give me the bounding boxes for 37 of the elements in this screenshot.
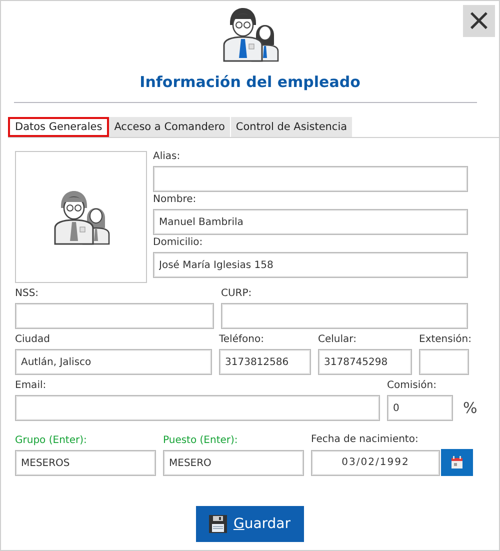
field-label: Domicilio: (153, 237, 204, 249)
input-field[interactable] (15, 395, 380, 421)
field-label: Fecha de nacimiento: (311, 434, 420, 446)
input-field[interactable]: Autlán, Jalisco (15, 349, 212, 375)
input-field[interactable] (153, 166, 468, 192)
input-field[interactable]: Manuel Bambrila (153, 209, 468, 235)
field-label: Alias: (153, 151, 182, 163)
calendar-icon (451, 456, 463, 469)
field-label: Teléfono: (219, 334, 265, 346)
tab[interactable]: Acceso a Comandero (109, 117, 231, 137)
field-label: Ciudad (15, 334, 51, 346)
field-label: Puesto (Enter): (163, 435, 239, 447)
save-button[interactable]: Guardar (196, 506, 304, 542)
field-label: Comisión: (387, 380, 438, 392)
input-field[interactable]: 03/02/1992 (311, 450, 440, 476)
calendar-button[interactable] (441, 449, 473, 476)
input-field[interactable]: MESERO (163, 450, 304, 476)
field-label: Email: (15, 380, 48, 392)
field-label: NSS: (15, 288, 40, 300)
field-label: Nombre: (153, 194, 198, 206)
close-button[interactable]: × (463, 5, 495, 37)
tab[interactable]: Datos Generales (8, 117, 110, 137)
field-label: Grupo (Enter): (15, 435, 88, 447)
input-field[interactable]: MESEROS (15, 450, 156, 476)
window-title: Información del empleado (140, 73, 360, 91)
input-field[interactable]: 0 (387, 395, 453, 421)
tab[interactable]: Control de Asistencia (230, 117, 354, 137)
field-label: CURP: (221, 288, 253, 300)
input-field[interactable] (419, 349, 469, 375)
photo-frame[interactable] (15, 151, 147, 283)
percent-sign: % (463, 399, 478, 417)
field-label: Extensión: (419, 334, 469, 346)
field-label: Celular: (318, 334, 358, 346)
input-field[interactable]: 3178745298 (318, 349, 412, 375)
input-field[interactable]: 3173812586 (219, 349, 311, 375)
input-field[interactable] (221, 303, 468, 329)
input-field[interactable] (15, 303, 214, 329)
